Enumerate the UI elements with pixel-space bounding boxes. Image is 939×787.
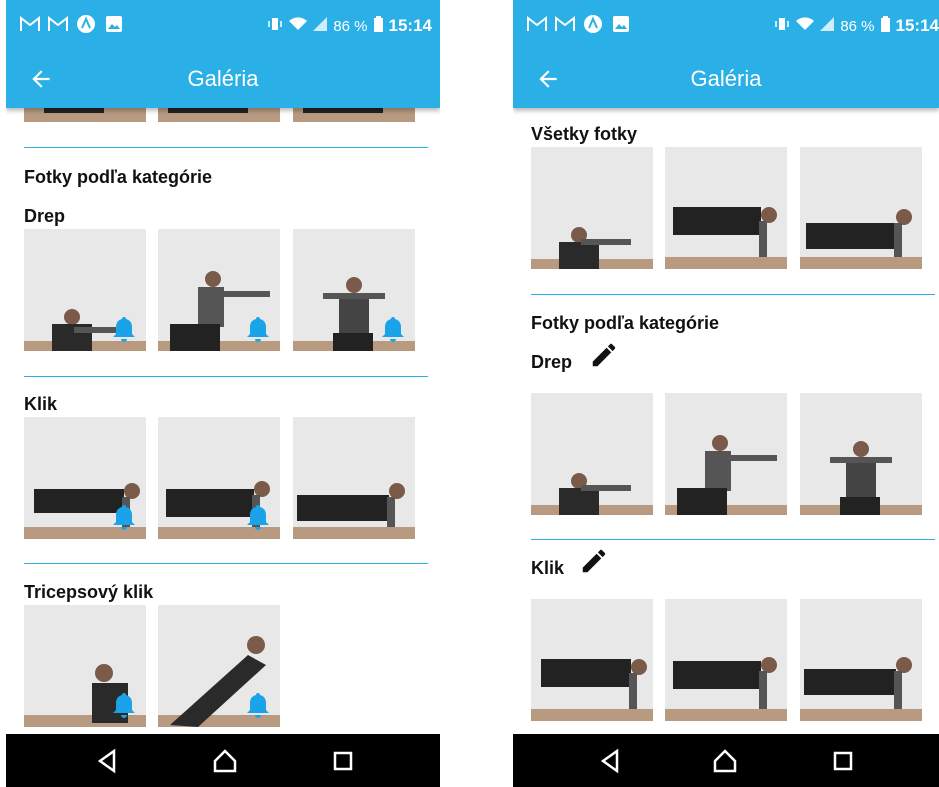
battery-percent: 86 % — [840, 17, 875, 35]
navigation-bar — [6, 734, 440, 787]
wifi-icon — [796, 17, 815, 35]
app-bar: Galéria — [6, 52, 440, 108]
photo-thumbnail[interactable] — [24, 605, 146, 727]
pencil-icon[interactable] — [589, 340, 619, 370]
photo-thumbnail[interactable] — [531, 147, 653, 269]
photo-thumbnail[interactable] — [158, 229, 280, 351]
pencil-icon[interactable] — [579, 546, 609, 576]
photo-thumbnail[interactable] — [665, 147, 787, 269]
divider — [531, 539, 935, 540]
signal-icon — [313, 17, 328, 35]
recents-square-icon[interactable] — [829, 747, 857, 775]
bell-icon[interactable] — [112, 503, 136, 531]
section-title: Všetky fotky — [531, 124, 638, 144]
bell-icon[interactable] — [381, 315, 405, 343]
back-triangle-icon[interactable] — [94, 747, 122, 775]
photo-thumbnail[interactable] — [293, 417, 415, 539]
app-icon — [583, 14, 603, 34]
home-icon[interactable] — [211, 747, 239, 775]
image-icon — [611, 14, 631, 34]
divider — [24, 376, 428, 377]
divider — [24, 563, 428, 564]
section-title: Fotky podľa kategórie — [531, 313, 719, 333]
bell-icon[interactable] — [246, 315, 270, 343]
page-title: Galéria — [690, 66, 762, 91]
battery-icon — [373, 16, 383, 36]
photo-thumbnail[interactable] — [158, 417, 280, 539]
gallery-content[interactable]: Fotky podľa kategórie Drep Klik Tricepso… — [6, 108, 440, 734]
status-bar: 86 % 15:14 — [513, 0, 939, 52]
divider — [24, 147, 428, 148]
gmail-icon — [527, 14, 547, 34]
photo-thumbnail[interactable] — [665, 393, 787, 515]
gallery-content[interactable]: Všetky fotky Fotky podľa kategórie Drep … — [513, 108, 939, 734]
bell-icon[interactable] — [112, 315, 136, 343]
image-icon — [104, 14, 124, 34]
photo-thumbnail[interactable] — [800, 147, 922, 269]
vibrate-icon — [774, 16, 790, 36]
photo-thumbnail[interactable] — [24, 417, 146, 539]
recents-square-icon[interactable] — [329, 747, 357, 775]
phone-screen-left: 86 % 15:14 Galéria Fotky podľa kategórie… — [6, 0, 440, 787]
photo-thumbnail[interactable] — [293, 108, 415, 122]
photo-thumbnail[interactable] — [24, 108, 146, 122]
home-icon[interactable] — [711, 747, 739, 775]
page-title: Galéria — [187, 66, 259, 91]
battery-percent: 86 % — [333, 17, 368, 35]
section-title: Fotky podľa kategórie — [24, 167, 212, 187]
category-title: Drep — [531, 352, 573, 372]
category-title: Klik — [24, 394, 58, 414]
vibrate-icon — [267, 16, 283, 36]
photo-thumbnail[interactable] — [531, 393, 653, 515]
category-title: Drep — [24, 206, 66, 226]
photo-thumbnail[interactable] — [665, 599, 787, 721]
category-title: Klik — [531, 558, 565, 578]
status-bar: 86 % 15:14 — [6, 0, 440, 52]
photo-thumbnail[interactable] — [800, 599, 922, 721]
gmail-icon — [48, 14, 68, 34]
clock: 15:14 — [388, 16, 432, 35]
navigation-bar — [513, 734, 939, 787]
photo-thumbnail[interactable] — [531, 599, 653, 721]
photo-thumbnail[interactable] — [293, 229, 415, 351]
clock: 15:14 — [895, 16, 939, 35]
back-triangle-icon[interactable] — [597, 747, 625, 775]
app-icon — [76, 14, 96, 34]
photo-thumbnail[interactable] — [158, 108, 280, 122]
bell-icon[interactable] — [246, 503, 270, 531]
gmail-icon — [555, 14, 575, 34]
photo-thumbnail[interactable] — [800, 393, 922, 515]
photo-thumbnail[interactable] — [158, 605, 280, 727]
category-title: Tricepsový klik — [24, 582, 154, 602]
gmail-icon — [20, 14, 40, 34]
wifi-icon — [289, 17, 308, 35]
phone-screen-right: 86 % 15:14 Galéria Všetky fotky Fotky po… — [513, 0, 939, 787]
app-bar: Galéria — [513, 52, 939, 108]
signal-icon — [820, 17, 835, 35]
photo-thumbnail[interactable] — [24, 229, 146, 351]
battery-icon — [880, 16, 890, 36]
divider — [531, 294, 935, 295]
bell-icon[interactable] — [246, 691, 270, 719]
bell-icon[interactable] — [112, 691, 136, 719]
